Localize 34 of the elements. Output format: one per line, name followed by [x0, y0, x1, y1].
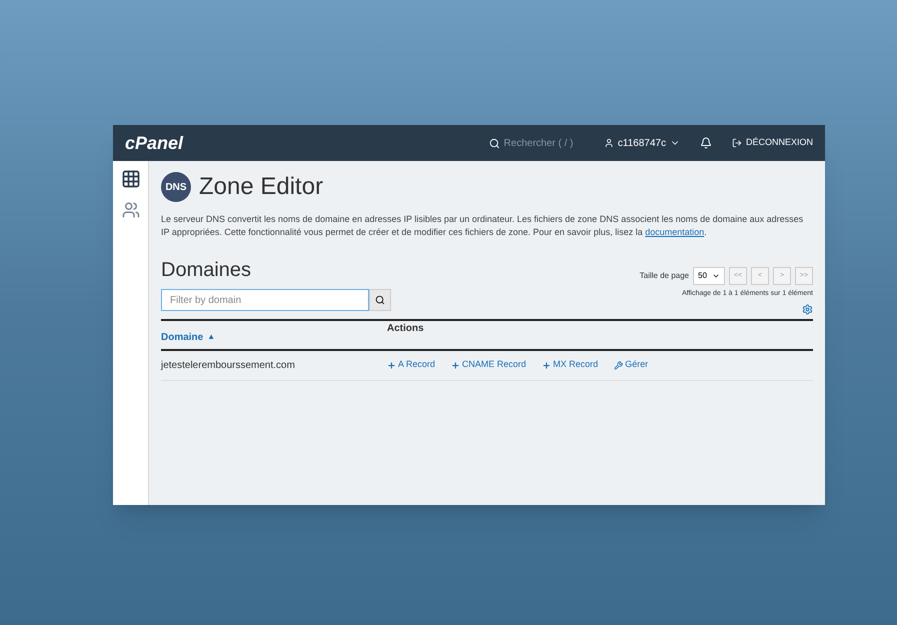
action-link[interactable]: CNAME Record: [451, 358, 526, 372]
user-icon: [604, 138, 614, 148]
search-icon: [375, 295, 385, 305]
action-link[interactable]: Gérer: [614, 358, 648, 372]
search-button[interactable]: [369, 289, 391, 311]
users-icon[interactable]: [122, 201, 140, 219]
logo: cPanel: [125, 132, 184, 154]
bell-icon[interactable]: [700, 137, 712, 149]
action-link[interactable]: A Record: [387, 358, 436, 372]
page-title: Zone Editor: [199, 172, 324, 202]
settings-icon[interactable]: [802, 304, 813, 314]
logout-link[interactable]: DÉCONNEXION: [732, 136, 813, 150]
action-link[interactable]: MX Record: [542, 358, 598, 372]
page-size-label: Taille de page: [640, 270, 689, 282]
user-menu[interactable]: c1168747c: [604, 136, 680, 150]
caret-icon: [712, 272, 720, 280]
dns-icon: DNS: [161, 172, 191, 202]
section-heading: Domaines: [161, 258, 252, 283]
column-header[interactable]: Domaine ▲: [161, 330, 387, 344]
grid-icon[interactable]: [120, 169, 140, 189]
domain-cell-text: jetestelerembourssement.com: [161, 358, 296, 372]
search-field[interactable]: Rechercher ( / ): [488, 136, 584, 150]
filter-field[interactable]: Filter by domain: [161, 289, 369, 311]
search-icon: [488, 138, 500, 148]
plus-icon: [387, 360, 396, 370]
plus-icon: [451, 360, 460, 370]
sort-ascending-icon: ▲: [207, 331, 216, 343]
documentation-link[interactable]: documentation: [645, 227, 704, 237]
logout-icon: [732, 138, 742, 148]
column-header: Actions: [387, 322, 424, 336]
description: Le serveur DNS convertit les noms de domaine en adresses IP lisibles par un ordinateur. Les fichiers de zone DNS associent les noms de domaine aux adresses IP appropriées. Cette fonctionnalité vous permet de créer et de modifier ces fichiers de zone. Pour en savoir plus, lisez la documentation.: [161, 213, 804, 239]
wrench-icon: [614, 360, 624, 370]
page-size-select[interactable]: 50: [693, 267, 725, 285]
plus-icon: [542, 360, 552, 370]
